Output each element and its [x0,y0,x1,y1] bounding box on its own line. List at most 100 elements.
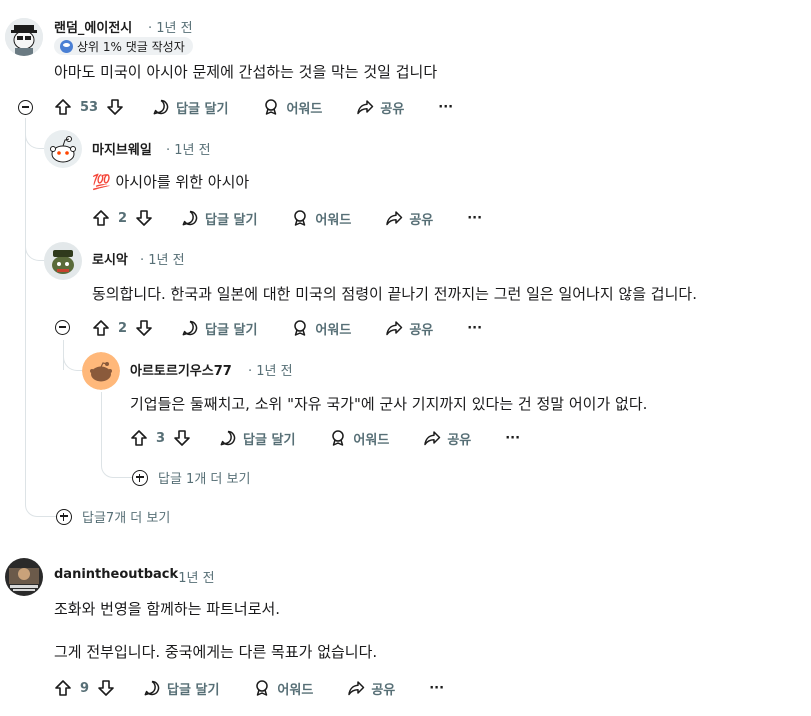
reply-label: 답글 달기 [205,212,258,228]
share-icon [385,319,403,337]
upvote-icon[interactable] [54,679,72,697]
more-replies-label: 답글 1개 더 보기 [158,472,251,487]
comment-actions: 2 답글 달기 어워드 공유 ··· [92,314,482,342]
award-button[interactable]: 어워드 [329,429,389,448]
avatar[interactable] [82,352,120,390]
comment-time: · 1년 전 [170,571,215,586]
more-options-button[interactable]: ··· [505,431,520,446]
more-replies-button[interactable]: 답글 1개 더 보기 [132,468,250,487]
share-button[interactable]: 공유 [385,209,433,228]
comment-actions: 9 답글 달기 어워드 공유 ··· [54,674,444,702]
thread-line-1 [25,118,26,490]
downvote-icon[interactable] [135,209,153,227]
reply-button[interactable]: 답글 달기 [181,319,257,338]
award-label: 어워드 [315,212,352,228]
vote-count: 3 [156,430,166,446]
award-icon [262,98,280,116]
thread-curve-reply-1 [25,118,44,149]
more-replies-button[interactable]: 답글7개 더 보기 [56,507,170,526]
avatar[interactable] [44,130,82,168]
avatar[interactable] [5,18,43,56]
share-label: 공유 [409,322,434,338]
comment-author[interactable]: 마지브웨일 [92,139,152,158]
vote-count: 9 [80,680,90,696]
comment-body: 동의합니다. 한국과 일본에 대한 미국의 점령이 끝나기 전까지는 그런 일은… [92,285,697,303]
upvote-icon[interactable] [130,429,148,447]
collapse-thread-button[interactable] [55,320,70,335]
award-label: 어워드 [353,432,390,448]
more-options-button[interactable]: ··· [429,681,444,696]
downvote-icon[interactable] [135,319,153,337]
vote-group: 2 [92,209,153,227]
avatar[interactable] [5,558,43,596]
vote-group: 53 [54,98,124,116]
reply-button[interactable]: 답글 달기 [143,679,219,698]
comment-body: 아마도 미국이 아시아 문제에 간섭하는 것을 막는 것일 겁니다 [54,63,438,81]
comment-icon [143,679,161,697]
comment-icon [152,98,170,116]
downvote-icon[interactable] [106,98,124,116]
reply-button[interactable]: 답글 달기 [219,429,295,448]
downvote-icon[interactable] [173,429,191,447]
upvote-icon[interactable] [92,209,110,227]
share-label: 공유 [409,212,434,228]
vote-count: 53 [80,99,99,115]
share-button[interactable]: 공유 [347,679,395,698]
comment-body: 💯 아시아를 위한 아시아 [92,171,249,192]
vote-count: 2 [118,320,128,336]
user-flair: 상위 1% 댓글 작성자 [54,37,193,55]
comment-icon [181,319,199,337]
comment-author[interactable]: 로시악 [92,249,128,268]
award-button[interactable]: 어워드 [291,209,351,228]
reply-label: 답글 달기 [176,101,229,117]
vote-group: 2 [92,319,153,337]
time-text: 1년 전 [156,21,193,36]
collapse-thread-button[interactable] [18,100,33,115]
share-label: 공유 [371,682,396,698]
plus-circle-icon [56,508,72,525]
comment-body-text: 아시아를 위한 아시아 [115,173,250,191]
share-button[interactable]: 공유 [356,98,404,117]
share-icon [347,679,365,697]
comment-time: · 1년 전 [248,364,293,379]
comment-body-line: 조화와 번영을 함께하는 파트너로서. [54,600,281,618]
thread-line-3 [101,392,102,452]
share-icon [356,98,374,116]
reply-button[interactable]: 답글 달기 [152,98,228,117]
flair-label: 상위 1% 댓글 작성자 [77,39,185,54]
downvote-icon[interactable] [97,679,115,697]
award-button[interactable]: 어워드 [291,319,351,338]
award-icon [253,679,271,697]
award-label: 어워드 [286,101,323,117]
more-options-button[interactable]: ··· [467,211,482,226]
thread-curve-reply-2 [25,230,44,261]
award-label: 어워드 [315,322,352,338]
vote-group: 3 [130,429,191,447]
vote-count: 2 [118,210,128,226]
time-text: 1년 전 [178,571,215,586]
comment-author[interactable]: 랜덤_에이전시 [54,17,132,36]
comment-author[interactable]: danintheoutback [54,567,178,582]
reply-label: 답글 달기 [243,432,296,448]
share-button[interactable]: 공유 [423,429,471,448]
more-options-button[interactable]: ··· [438,100,453,115]
comment-body-line: 그게 전부입니다. 중국에게는 다른 목표가 없습니다. [54,643,378,661]
reply-button[interactable]: 답글 달기 [181,209,257,228]
more-options-button[interactable]: ··· [467,321,482,336]
time-text: 1년 전 [148,253,185,268]
award-button[interactable]: 어워드 [253,679,313,698]
award-icon [291,319,309,337]
comment-author[interactable]: 아르토르기우스77 [130,360,232,379]
upvote-icon[interactable] [54,98,72,116]
award-icon [291,209,309,227]
reply-label: 답글 달기 [167,682,220,698]
comment-actions: 2 답글 달기 어워드 공유 ··· [92,204,482,232]
more-icon: ··· [429,680,445,696]
upvote-icon[interactable] [92,319,110,337]
time-text: 1년 전 [174,143,211,158]
avatar[interactable] [44,242,82,280]
award-button[interactable]: 어워드 [262,98,322,117]
comment-actions: 53 답글 달기 어워드 공유 ··· [54,93,453,121]
thread-curve-nested [101,450,132,478]
share-button[interactable]: 공유 [385,319,433,338]
